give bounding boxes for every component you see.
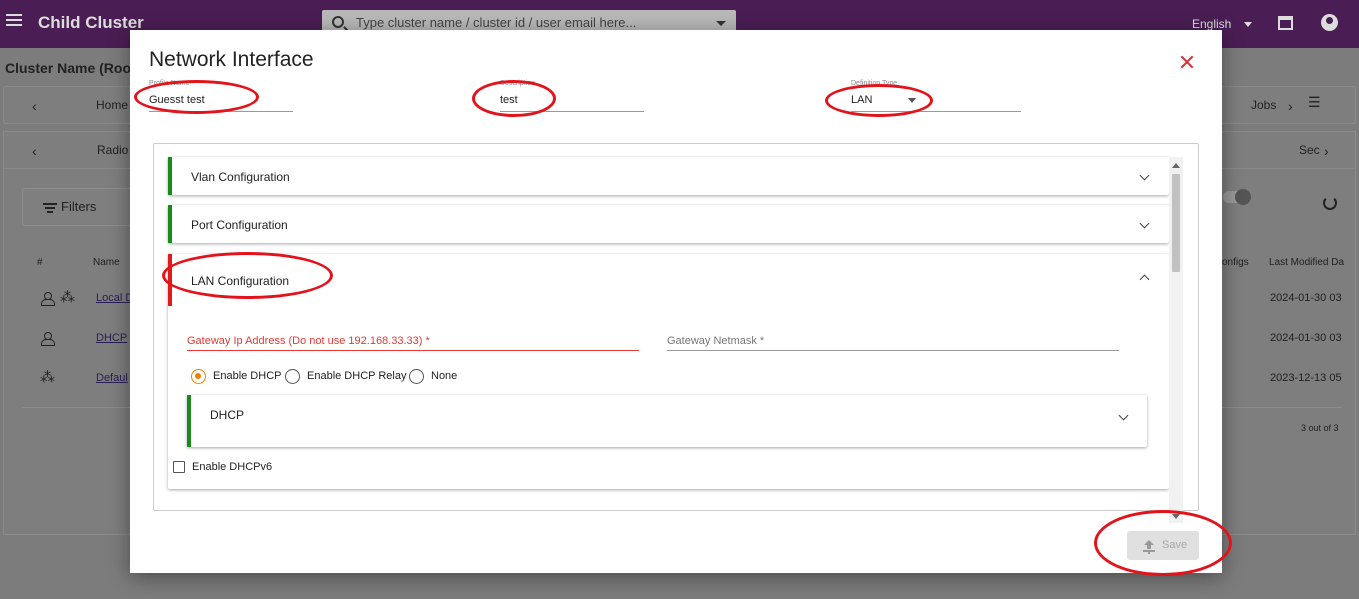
app-title: Child Cluster <box>38 13 144 32</box>
chevron-down-icon[interactable] <box>1139 170 1150 181</box>
status-bar <box>187 395 191 447</box>
save-label: Save <box>1162 539 1188 551</box>
chevron-right-icon[interactable]: › <box>1324 143 1329 159</box>
search-placeholder: Type cluster name / cluster id / user em… <box>356 15 637 30</box>
scroll-up-icon[interactable] <box>1172 163 1180 168</box>
radio-label: Enable DHCP <box>213 370 282 382</box>
radio-circle <box>191 369 206 384</box>
dhcp-panel[interactable]: DHCP <box>187 395 1147 447</box>
table-row-date: 2024-01-30 03 <box>1270 332 1342 344</box>
menu-icon[interactable] <box>6 14 22 28</box>
tab-radio[interactable]: Radio <box>97 143 128 157</box>
configuration-scroll-area[interactable]: Vlan Configuration Port Configuration LA… <box>153 143 1199 511</box>
radio-circle <box>409 369 424 384</box>
column-header-configs: onfigs <box>1222 257 1249 268</box>
status-bar <box>168 205 172 243</box>
chevron-left-icon[interactable]: ‹ <box>32 143 37 159</box>
vlan-configuration-title: Vlan Configuration <box>191 170 290 184</box>
checkbox-box <box>173 461 185 473</box>
chevron-up-icon[interactable] <box>1139 274 1150 285</box>
chevron-left-icon[interactable]: ‹ <box>32 98 37 114</box>
filters-button[interactable]: Filters <box>22 188 132 226</box>
chevron-down-icon[interactable] <box>1118 410 1129 421</box>
chevron-down-icon[interactable] <box>1139 218 1150 229</box>
chevron-down-icon[interactable] <box>908 98 916 103</box>
account-icon[interactable] <box>1321 14 1338 31</box>
description-field[interactable]: Description test <box>500 80 644 112</box>
description-label: Description <box>500 80 536 87</box>
breadcrumb: Cluster Name (Root) <box>5 60 141 76</box>
list-menu-icon[interactable]: ☰ <box>1308 94 1321 111</box>
definition-type-label: Definition Type <box>851 80 898 87</box>
radio-label: Enable DHCP Relay <box>307 370 407 382</box>
dhcp-panel-title: DHCP <box>210 408 245 422</box>
tab-jobs[interactable]: Jobs <box>1251 98 1276 112</box>
vlan-configuration-panel[interactable]: Vlan Configuration <box>168 157 1169 195</box>
checkbox-label: Enable DHCPv6 <box>192 461 273 473</box>
radio-circle <box>285 369 300 384</box>
search-icon <box>332 16 344 28</box>
table-row-date: 2024-01-30 03 <box>1270 292 1342 304</box>
dialog-title: Network Interface <box>149 48 314 71</box>
filter-icon <box>43 203 57 215</box>
chevron-down-icon[interactable] <box>716 21 726 26</box>
definition-type-select[interactable]: Definition Type LAN <box>851 80 1021 112</box>
port-configuration-title: Port Configuration <box>191 218 288 232</box>
gateway-ip-label: Gateway Ip Address (Do not use 192.168.3… <box>187 335 430 347</box>
column-header-name[interactable]: Name <box>93 257 120 268</box>
tab-home[interactable]: Home <box>96 98 128 112</box>
table-row-link[interactable]: DHCP <box>96 332 127 344</box>
profile-name-label: Profile Name <box>149 80 190 87</box>
status-bar <box>168 157 172 195</box>
status-bar <box>168 254 172 306</box>
close-icon[interactable] <box>1179 54 1195 70</box>
profile-name-value: Guesst test <box>149 94 205 106</box>
radio-enable-dhcp[interactable]: Enable DHCP <box>191 369 286 385</box>
radio-enable-dhcp-relay[interactable]: Enable DHCP Relay <box>285 369 410 385</box>
toggle-switch[interactable] <box>1223 189 1251 205</box>
column-header-index: # <box>37 257 43 268</box>
table-row-link[interactable]: Local D <box>96 292 133 304</box>
language-selector[interactable]: English <box>1192 17 1231 31</box>
chevron-right-icon[interactable]: › <box>1288 98 1293 114</box>
pagination-count: 3 out of 3 <box>1301 423 1339 433</box>
refresh-icon[interactable] <box>1323 196 1337 210</box>
save-button[interactable]: Save <box>1127 531 1199 560</box>
network-icon <box>40 368 55 386</box>
gateway-ip-field[interactable]: Gateway Ip Address (Do not use 192.168.3… <box>187 333 639 351</box>
table-row-link[interactable]: Defaul <box>96 372 128 384</box>
profile-name-field[interactable]: Profile Name Guesst test <box>149 80 293 112</box>
network-interface-dialog: Network Interface Profile Name Guesst te… <box>130 30 1222 573</box>
port-configuration-panel[interactable]: Port Configuration <box>168 205 1169 243</box>
description-value: test <box>500 94 518 106</box>
scrollbar-thumb[interactable] <box>1172 174 1180 272</box>
scroll-down-icon[interactable] <box>1172 514 1180 519</box>
lan-configuration-title[interactable]: LAN Configuration <box>191 274 289 288</box>
store-icon[interactable] <box>1278 16 1293 30</box>
table-row-date: 2023-12-13 05 <box>1270 372 1342 384</box>
tab-sec[interactable]: Sec <box>1299 143 1320 157</box>
radio-label: None <box>431 370 458 382</box>
user-icon <box>41 292 55 306</box>
gateway-netmask-field[interactable]: Gateway Netmask * <box>667 333 1119 351</box>
chevron-down-icon[interactable] <box>1244 22 1252 27</box>
gateway-netmask-label: Gateway Netmask * <box>667 335 765 347</box>
radio-none[interactable]: None <box>409 369 464 385</box>
column-header-last-modified[interactable]: Last Modified Da <box>1269 257 1344 268</box>
user-icon <box>41 332 55 346</box>
network-icon <box>60 288 75 306</box>
upload-icon <box>1143 540 1155 552</box>
definition-type-value: LAN <box>851 94 873 106</box>
filters-label: Filters <box>61 199 97 214</box>
vertical-scrollbar[interactable] <box>1169 157 1183 523</box>
